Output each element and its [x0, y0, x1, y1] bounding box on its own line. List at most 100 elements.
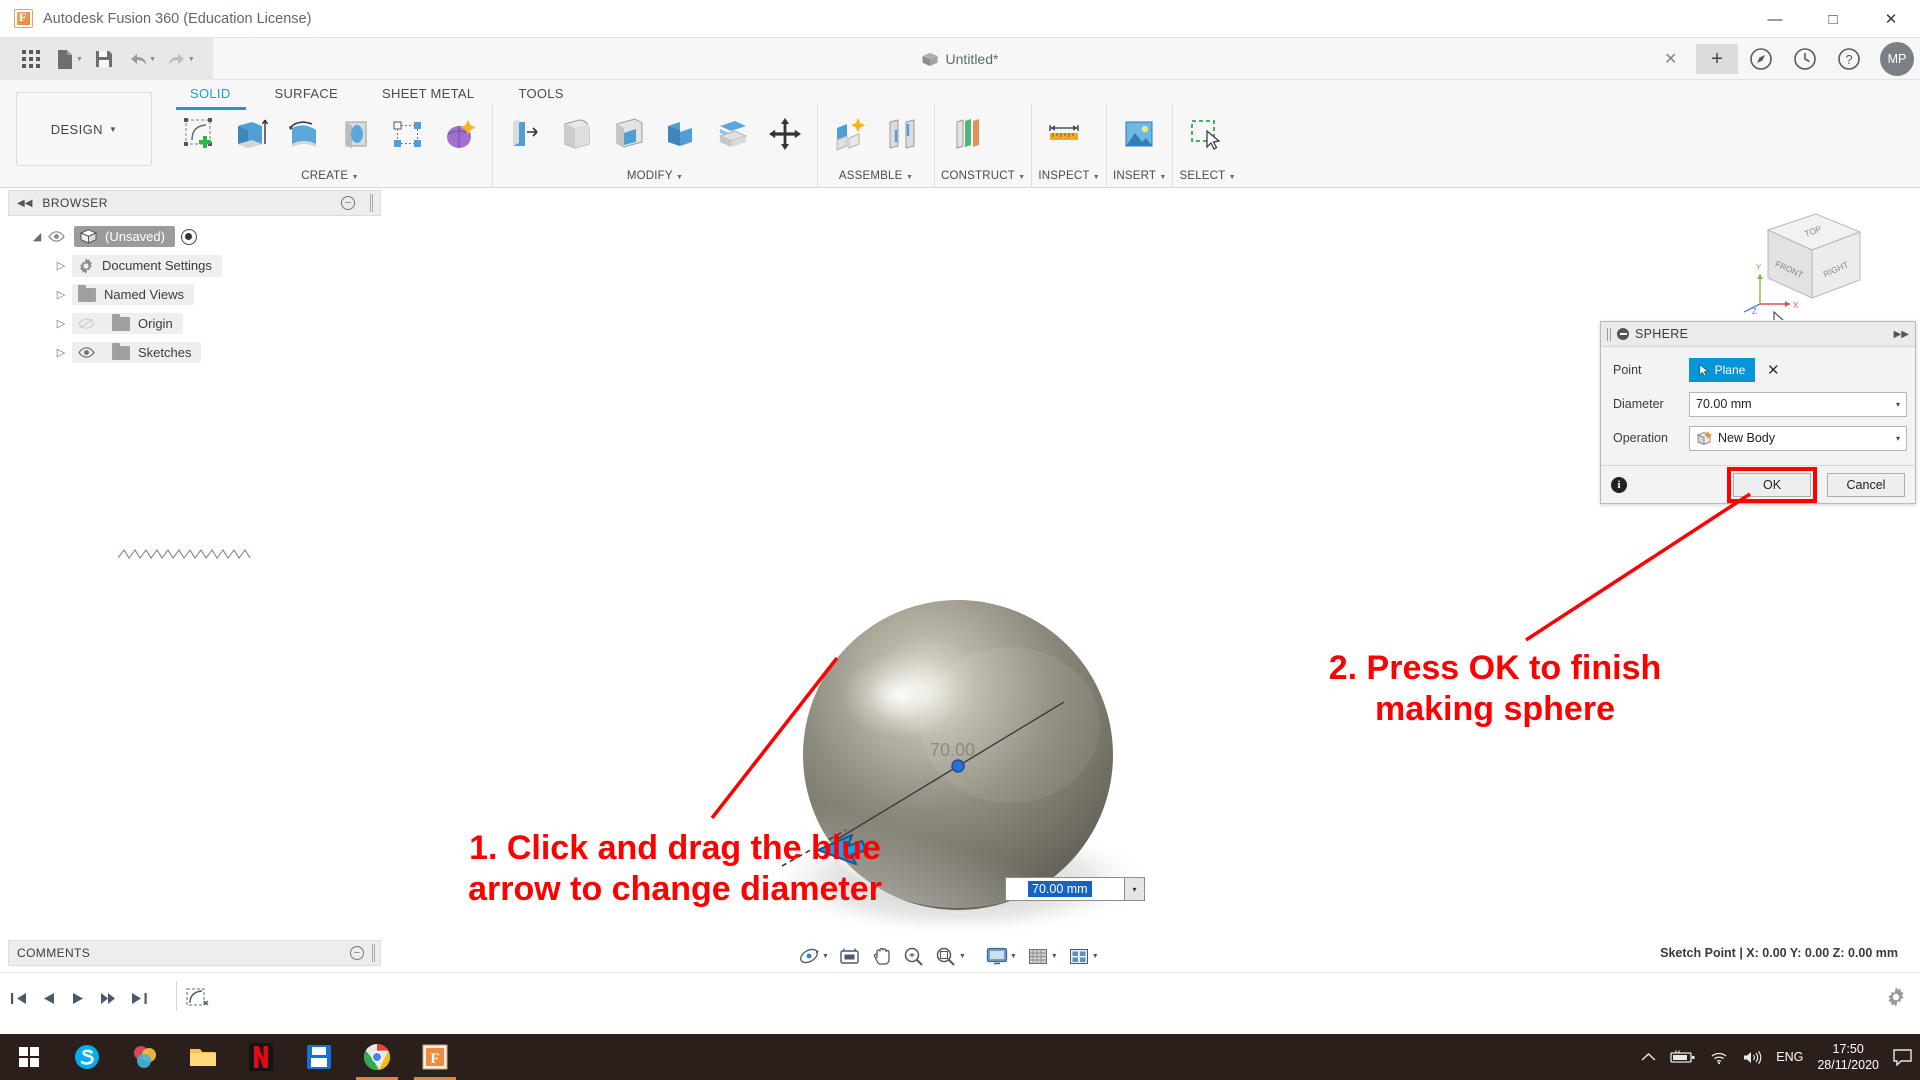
taskbar-clock[interactable]: 17:50 28/11/2020: [1817, 1041, 1879, 1073]
new-component-icon[interactable]: [824, 106, 876, 162]
sphere-point-select-button[interactable]: Plane: [1689, 358, 1755, 382]
press-pull-icon[interactable]: [499, 106, 551, 162]
minimize-panel-icon[interactable]: −: [341, 196, 355, 210]
orbit-icon[interactable]: [794, 943, 824, 969]
add-tab-button[interactable]: +: [1696, 44, 1738, 74]
revolve-icon[interactable]: [278, 106, 330, 162]
dimension-input[interactable]: 70.00 mm: [1005, 877, 1125, 901]
dialog-grip[interactable]: [1607, 328, 1611, 341]
combine-icon[interactable]: [655, 106, 707, 162]
eye-visible-icon[interactable]: [78, 347, 104, 358]
redo-icon[interactable]: [160, 44, 194, 74]
show-hidden-icons-icon[interactable]: [1641, 1052, 1656, 1062]
viewports-caret-icon[interactable]: ▼: [1092, 953, 1099, 960]
workspace-switcher[interactable]: DESIGN ▼: [16, 92, 152, 166]
dimension-input-caret-icon[interactable]: ▾: [1125, 877, 1145, 901]
grid-snap-caret-icon[interactable]: ▼: [1051, 953, 1058, 960]
select-window-icon[interactable]: [1179, 106, 1231, 162]
save-icon[interactable]: [87, 44, 121, 74]
chevron-down-icon[interactable]: ▼: [1093, 174, 1100, 181]
data-panel-icon[interactable]: [1740, 38, 1782, 80]
fit-icon[interactable]: [835, 943, 865, 969]
expander-icon[interactable]: ▷: [50, 346, 72, 359]
play-icon[interactable]: [70, 991, 85, 1006]
job-status-icon[interactable]: [1784, 38, 1826, 80]
tab-tools[interactable]: TOOLS: [496, 80, 585, 105]
wifi-icon[interactable]: [1710, 1050, 1728, 1064]
tree-item-chip[interactable]: Sketches: [72, 342, 201, 363]
grid-snap-icon[interactable]: [1023, 943, 1053, 969]
tree-item-named-views[interactable]: ▷ Named Views: [8, 280, 381, 309]
offset-plane-icon[interactable]: [941, 106, 993, 162]
timeline-sketch-feature-icon[interactable]: [184, 985, 210, 1011]
shell-icon[interactable]: [603, 106, 655, 162]
taskbar-skype-icon[interactable]: [58, 1034, 116, 1080]
volume-icon[interactable]: [1742, 1050, 1762, 1065]
info-icon[interactable]: i: [1611, 477, 1627, 493]
view-cube[interactable]: TOP FRONT RIGHT Z X Y: [1738, 200, 1858, 310]
help-icon[interactable]: ?: [1828, 38, 1870, 80]
eye-visible-icon[interactable]: [48, 231, 74, 242]
taskbar-netflix-icon[interactable]: [232, 1034, 290, 1080]
windows-start-icon[interactable]: [0, 1034, 58, 1080]
chevron-down-icon[interactable]: ▾: [1896, 400, 1900, 409]
app-grid-icon[interactable]: [14, 44, 48, 74]
jump-to-end-icon[interactable]: [131, 991, 148, 1006]
extrude-icon[interactable]: [226, 106, 278, 162]
chevron-down-icon[interactable]: ▼: [352, 174, 359, 181]
language-indicator[interactable]: ENG: [1776, 1050, 1803, 1064]
battery-icon[interactable]: [1670, 1050, 1696, 1064]
undo-icon[interactable]: [121, 44, 155, 74]
collapse-left-icon[interactable]: ◀◀: [17, 198, 32, 209]
tree-item-chip[interactable]: (Unsaved): [74, 226, 175, 247]
display-settings-icon[interactable]: [982, 943, 1012, 969]
joint-icon[interactable]: [876, 106, 928, 162]
expander-icon[interactable]: ▷: [50, 259, 72, 272]
display-settings-caret-icon[interactable]: ▼: [1010, 953, 1017, 960]
tree-item-sketches[interactable]: ▷ Sketches: [8, 338, 381, 367]
tab-surface[interactable]: SURFACE: [253, 80, 361, 105]
sphere-diameter-input[interactable]: 70.00 mm ▾: [1689, 392, 1907, 417]
eye-hidden-icon[interactable]: [78, 318, 104, 329]
tree-item-document-settings[interactable]: ▷ Document Settings: [8, 251, 381, 280]
taskbar-save-app-icon[interactable]: [290, 1034, 348, 1080]
pan-icon[interactable]: [867, 943, 897, 969]
tree-item-chip[interactable]: Origin: [72, 313, 183, 334]
comments-minimize-icon[interactable]: −: [350, 946, 364, 960]
avatar[interactable]: MP: [1880, 42, 1914, 76]
tree-item-chip[interactable]: Named Views: [72, 284, 194, 305]
chevron-down-icon[interactable]: ▾: [1896, 434, 1900, 443]
jump-to-beginning-icon[interactable]: [10, 991, 27, 1006]
chevron-down-icon[interactable]: ▼: [676, 174, 683, 181]
step-back-icon[interactable]: [41, 991, 56, 1006]
close-icon[interactable]: ✕: [1862, 0, 1920, 38]
comments-panel[interactable]: COMMENTS −: [8, 940, 381, 966]
expander-icon[interactable]: ◢: [26, 230, 48, 243]
tab-solid[interactable]: SOLID: [168, 80, 253, 105]
zoom-icon[interactable]: [899, 943, 929, 969]
dialog-expand-icon[interactable]: ▶▶: [1894, 329, 1909, 340]
chevron-down-icon[interactable]: ▼: [1229, 174, 1236, 181]
sweep-icon[interactable]: [330, 106, 382, 162]
chevron-down-icon[interactable]: ▼: [906, 174, 913, 181]
maximize-icon[interactable]: □: [1804, 0, 1862, 38]
expander-icon[interactable]: ▷: [50, 288, 72, 301]
sphere-dialog-header[interactable]: SPHERE ▶▶: [1601, 322, 1915, 347]
taskbar-fusion360-icon[interactable]: F: [406, 1034, 464, 1080]
step-forward-icon[interactable]: [99, 991, 117, 1006]
tab-sheet-metal[interactable]: SHEET METAL: [360, 80, 496, 105]
zoom-window-icon[interactable]: [931, 943, 961, 969]
create-form-icon[interactable]: [434, 106, 486, 162]
tree-item-chip[interactable]: Document Settings: [72, 255, 222, 277]
document-tab[interactable]: Untitled*: [922, 38, 999, 80]
move-copy-icon[interactable]: [759, 106, 811, 162]
close-tab-icon[interactable]: ✕: [1664, 49, 1677, 69]
ok-button[interactable]: OK: [1733, 473, 1811, 497]
activate-component-radio[interactable]: [181, 229, 197, 245]
taskbar-paint3d-icon[interactable]: [116, 1034, 174, 1080]
minimize-icon[interactable]: —: [1746, 0, 1804, 38]
fillet-icon[interactable]: [551, 106, 603, 162]
comments-panel-grip[interactable]: [372, 944, 375, 962]
tree-item-unsaved[interactable]: ◢ (Unsaved): [8, 222, 381, 251]
pattern-icon[interactable]: [382, 106, 434, 162]
